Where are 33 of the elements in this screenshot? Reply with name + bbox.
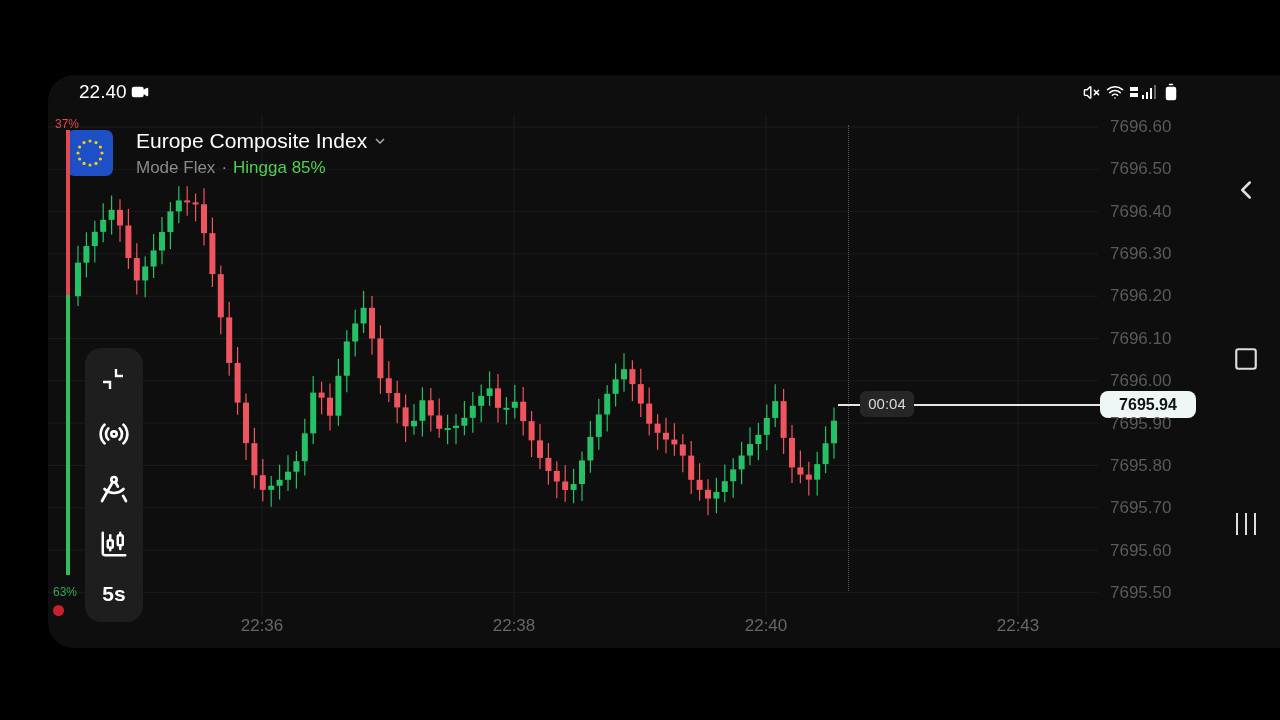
time-axis-label: 22:36 [240,615,284,637]
home-icon[interactable] [1233,346,1259,372]
price-axis-label: 7695.80 [1110,454,1172,477]
timer-label: 00:04 [860,391,914,417]
current-price-label: 7695.94 [1100,391,1196,418]
eu-flag-icon [67,130,113,176]
price-axis-label: 7696.40 [1110,200,1172,223]
price-axis-label: 7696.20 [1110,285,1172,308]
mode-label: Mode Flex [136,159,216,176]
price-axis-label: 7696.50 [1110,158,1172,181]
price-axis-label: 7696.10 [1110,327,1172,350]
time-axis-label: 22:40 [744,615,788,637]
recent-apps-icon[interactable] [1234,513,1258,535]
price-axis-label: 7696.00 [1110,370,1172,393]
mute-icon [1083,83,1100,101]
signal-icon [1130,85,1156,99]
candlestick-icon[interactable] [99,529,129,560]
sell-percent: 37% [55,116,80,133]
separator-dot: · [221,159,228,176]
buy-percent: 63% [53,584,78,601]
price-axis-label: 7696.30 [1110,243,1172,266]
asset-selector[interactable]: Europe Composite Index [136,130,386,151]
wifi-icon [1106,83,1124,101]
price-axis-label: 7696.60 [1110,116,1172,138]
time-axis-label: 22:38 [492,615,536,637]
status-time: 22.40 [79,79,127,104]
price-axis-label: 7695.60 [1110,539,1172,562]
price-axis-label: 7695.50 [1110,581,1172,604]
timeframe-button[interactable]: 5s [102,583,126,605]
price-axis-label: 7695.70 [1110,497,1172,520]
time-axis-label: 22:43 [996,615,1040,637]
payout-label: Hingga 85% [233,159,326,176]
chevron-down-icon [375,137,386,144]
